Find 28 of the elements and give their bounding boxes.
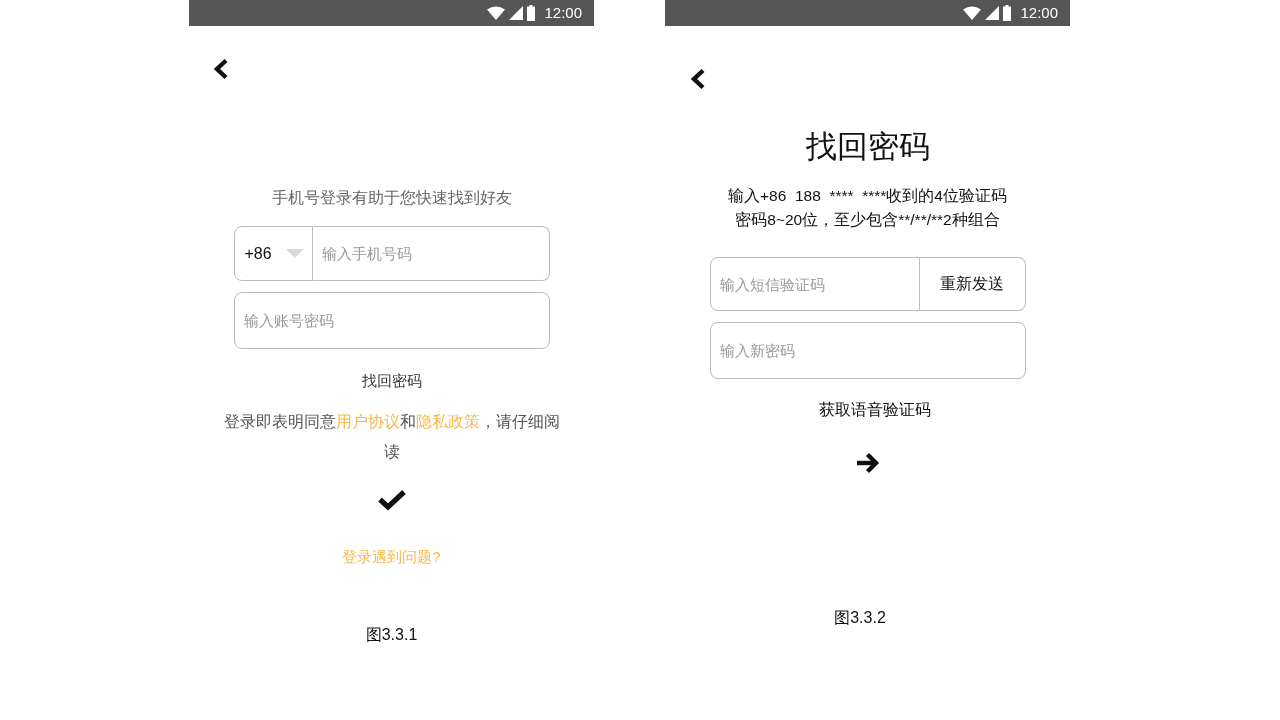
figure-caption: 图3.3.2	[834, 608, 886, 628]
checkmark-icon[interactable]	[376, 489, 407, 511]
battery-icon	[527, 5, 536, 21]
battery-icon	[1003, 5, 1012, 21]
caret-icon	[285, 249, 304, 258]
wifi-icon	[487, 6, 506, 20]
agreement-text: 登录即表明同意用户协议和隐私政策，请仔细阅读	[222, 412, 561, 462]
figure-caption: 图3.3.1	[365, 625, 418, 645]
status-time: 12:00	[1020, 4, 1058, 22]
new-password-field[interactable]: 输入新密码	[709, 322, 1026, 379]
wifi-icon	[963, 6, 982, 20]
password-field[interactable]: 输入账号密码	[233, 292, 550, 349]
status-time: 12:00	[544, 4, 582, 22]
signal-icon	[985, 6, 1000, 20]
hint-text: 密码8~20位，至少包含**/**/**2种组合	[735, 210, 1000, 230]
country-code-dropdown[interactable]: +86	[233, 226, 313, 281]
signal-icon	[509, 6, 524, 20]
sms-code-field[interactable]: 输入短信验证码	[709, 257, 920, 311]
resend-button[interactable]: 重新发送	[919, 257, 1026, 311]
voice-code-link[interactable]: 获取语音验证码	[818, 399, 931, 421]
hint-text: 输入+86 188 **** ****收到的4位验证码	[728, 186, 1007, 206]
back-icon[interactable]	[690, 68, 706, 90]
page-title: 找回密码	[805, 128, 930, 166]
back-icon[interactable]	[213, 58, 229, 80]
forgot-password-link[interactable]: 找回密码	[361, 370, 422, 392]
arrow-right-icon[interactable]	[855, 452, 880, 474]
subtitle-text: 手机号登录有助于您快速找到好友	[271, 188, 512, 208]
phone-number-field[interactable]: 输入手机号码	[312, 226, 550, 281]
